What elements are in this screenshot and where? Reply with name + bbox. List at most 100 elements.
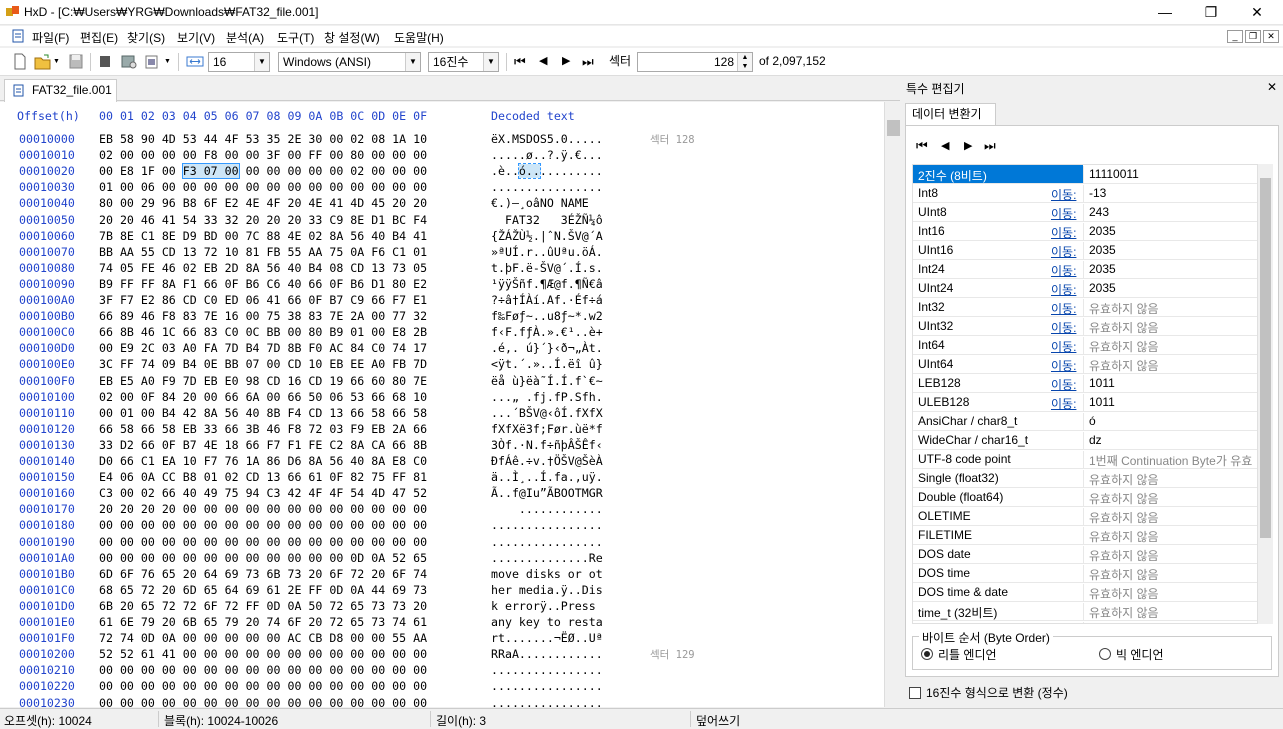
mdi-restore-button[interactable]: ❐	[1245, 30, 1261, 43]
next-sector-icon[interactable]: ▶	[562, 52, 570, 71]
goto-link[interactable]: 이동:	[1051, 205, 1076, 222]
open-ram-icon[interactable]	[144, 52, 160, 71]
inspector-value[interactable]: 243	[1083, 204, 1257, 221]
goto-link[interactable]: 이동:	[1051, 376, 1076, 393]
row-decoded-text[interactable]: <ÿt.´.»..Í.ëî û}	[491, 357, 603, 371]
row-hex-bytes[interactable]: 66 58 66 58 EB 33 66 3B 46 F8 72 03 F9 E…	[99, 422, 427, 436]
inspector-row[interactable]: Int8 이동: -13	[913, 184, 1257, 203]
inspector-value[interactable]: 유효하지 않음	[1083, 546, 1257, 563]
inspector-row[interactable]: OLETIME 유효하지 않음	[913, 507, 1257, 526]
selected-chars[interactable]: ó..	[517, 163, 541, 180]
inspector-row[interactable]: UInt16 이동: 2035	[913, 241, 1257, 260]
ram-dropdown-icon[interactable]: ▼	[164, 52, 171, 71]
goto-link[interactable]: 이동:	[1051, 300, 1076, 317]
menu-window[interactable]: 창 설정(W)	[324, 29, 380, 46]
row-hex-bytes[interactable]: 61 6E 79 20 6B 65 79 20 74 6F 20 72 65 7…	[99, 615, 427, 629]
row-decoded-text[interactable]: ëX.MSDOS5.0.....	[491, 132, 603, 146]
row-decoded-text[interactable]: t.þF.ë-ŠV@´.Í.s.	[491, 261, 603, 275]
row-decoded-text[interactable]: RRaA............	[491, 647, 603, 661]
goto-link[interactable]: 이동:	[1051, 319, 1076, 336]
mdi-close-button[interactable]: ✕	[1263, 30, 1279, 43]
row-decoded-text[interactable]: ................	[491, 518, 603, 532]
inspector-value[interactable]: 유효하지 않음	[1083, 565, 1257, 582]
row-hex-bytes[interactable]: 68 65 72 20 6D 65 64 69 61 2E FF 0D 0A 4…	[99, 583, 427, 597]
chevron-down-icon[interactable]: ▼	[254, 53, 269, 71]
menu-help[interactable]: 도움말(H)	[394, 29, 444, 46]
row-decoded-text[interactable]: rt.......¬ËØ..Uª	[491, 631, 603, 645]
inspector-value[interactable]: ǳ	[1083, 432, 1257, 449]
row-hex-bytes[interactable]: D0 66 C1 EA 10 F7 76 1A 86 D6 8A 56 40 8…	[99, 454, 427, 468]
open-folder-icon[interactable]	[34, 52, 52, 71]
row-hex-bytes[interactable]: 72 74 0D 0A 00 00 00 00 00 AC CB D8 00 0…	[99, 631, 427, 645]
inspector-value[interactable]: 1번째 Continuation Byte가 유효	[1083, 451, 1257, 468]
open-dropdown-icon[interactable]: ▼	[53, 52, 60, 71]
row-hex-bytes[interactable]: 00 00 00 00 00 00 00 00 00 00 00 00 00 0…	[99, 696, 427, 708]
new-file-icon[interactable]	[12, 52, 28, 71]
row-decoded-text[interactable]: her media.ÿ..Dis	[491, 583, 603, 597]
last-icon[interactable]: ⏭	[984, 138, 996, 154]
row-decoded-text[interactable]: FAT32 3ÉŽÑ¼ô	[491, 213, 603, 227]
goto-link[interactable]: 이동:	[1051, 224, 1076, 241]
row-hex-bytes[interactable]: 52 52 61 41 00 00 00 00 00 00 00 00 00 0…	[99, 647, 427, 661]
inspector-row[interactable]: DOS time 유효하지 않음	[913, 564, 1257, 583]
inspector-row[interactable]: DOS time & date 유효하지 않음	[913, 583, 1257, 602]
row-decoded-text[interactable]: {ŽÁŽÙ½.|ˆN.ŠV@´A	[491, 229, 603, 243]
row-decoded-text[interactable]: f‹F.fƒÀ.».€¹..è+	[491, 325, 603, 339]
inspector-value[interactable]: 유효하지 않음	[1083, 603, 1257, 620]
previous-sector-icon[interactable]: ◀	[539, 52, 547, 71]
write-disk-icon[interactable]	[98, 52, 112, 71]
next-icon[interactable]: ▶	[964, 139, 972, 152]
goto-link[interactable]: 이동:	[1051, 243, 1076, 260]
inspector-row[interactable]: Int16 이동: 2035	[913, 222, 1257, 241]
inspector-value[interactable]: 유효하지 않음	[1083, 318, 1257, 335]
row-decoded-text[interactable]: k errorÿ..Press	[491, 599, 603, 613]
chevron-down-icon[interactable]: ▼	[405, 53, 420, 71]
goto-link[interactable]: 이동:	[1051, 262, 1076, 279]
bytes-per-row-select[interactable]: 16 ▼	[208, 52, 270, 72]
row-decoded-text[interactable]: ëå ù}ëà˜Í.Í.f`€~	[491, 374, 603, 388]
inspector-row[interactable]: Int32 이동: 유효하지 않음	[913, 298, 1257, 317]
row-hex-bytes[interactable]: 66 8B 46 1C 66 83 C0 0C BB 00 80 B9 01 0…	[99, 325, 427, 339]
first-icon[interactable]: ⏮	[916, 138, 928, 154]
inspector-value[interactable]: 유효하지 않음	[1083, 337, 1257, 354]
row-hex-bytes[interactable]: 20 20 20 20 00 00 00 00 00 00 00 00 00 0…	[99, 502, 427, 516]
row-decoded-text[interactable]: »ªUÍ.r..ûUªu.öÁ.	[491, 245, 603, 259]
inspector-value[interactable]: 1011	[1083, 375, 1257, 392]
inspector-value[interactable]: ó	[1083, 413, 1257, 430]
row-hex-bytes[interactable]: 20 20 46 41 54 33 32 20 20 20 33 C9 8E D…	[99, 213, 427, 227]
row-decoded-text[interactable]: .é,. ú}´}‹ð¬„Àt.	[491, 341, 603, 355]
row-hex-bytes[interactable]: 00 01 00 B4 42 8A 56 40 8B F4 CD 13 66 5…	[99, 406, 427, 420]
inspector-row[interactable]: Double (float64) 유효하지 않음	[913, 488, 1257, 507]
inspector-row[interactable]: WideChar / char16_t ǳ	[913, 431, 1257, 450]
scrollbar-thumb[interactable]	[887, 120, 900, 136]
inspector-row[interactable]: Int24 이동: 2035	[913, 260, 1257, 279]
first-sector-icon[interactable]: ⏮	[514, 52, 526, 71]
inspector-value[interactable]: 유효하지 않음	[1083, 622, 1257, 623]
close-button[interactable]: ✕	[1234, 0, 1280, 25]
row-hex-bytes[interactable]: 6B 20 65 72 72 6F 72 FF 0D 0A 50 72 65 7…	[99, 599, 427, 613]
inspector-value[interactable]: 유효하지 않음	[1083, 470, 1257, 487]
minimize-button[interactable]: —	[1142, 0, 1188, 25]
row-hex-bytes[interactable]: 3C FF 74 09 B4 0E BB 07 00 CD 10 EB EE A…	[99, 357, 427, 371]
row-decoded-text[interactable]: €.)–¸oâNO NAME	[491, 196, 603, 210]
inspector-row[interactable]: UInt24 이동: 2035	[913, 279, 1257, 298]
previous-icon[interactable]: ◀	[941, 139, 949, 152]
editor-scrollbar[interactable]	[884, 102, 901, 707]
sector-spin-icon[interactable]: ▲ ▼	[737, 53, 752, 71]
inspector-value[interactable]: 2035	[1083, 242, 1257, 259]
inspector-row[interactable]: UTF-8 code point 1번째 Continuation Byte가 유…	[913, 450, 1257, 469]
row-decoded-text[interactable]: ...„ .fj.fP.Sfh.	[491, 390, 603, 404]
row-decoded-text[interactable]: any key to resta	[491, 615, 603, 629]
row-hex-bytes[interactable]: C3 00 02 66 40 49 75 94 C3 42 4F 4F 54 4…	[99, 486, 427, 500]
row-decoded-text[interactable]: f‰Føƒ~..u8ƒ~*.w2	[491, 309, 603, 323]
row-decoded-text[interactable]: ÐfÁê.÷v.†ÖŠV@ŠèÀ	[491, 454, 603, 468]
row-decoded-text[interactable]: ..............Re	[491, 551, 603, 565]
inspector-row[interactable]: UInt64 이동: 유효하지 않음	[913, 355, 1257, 374]
inspector-row[interactable]: ULEB128 이동: 1011	[913, 393, 1257, 412]
last-sector-icon[interactable]: ⏭	[582, 52, 594, 71]
tab-fat32-file[interactable]: FAT32_file.001	[4, 79, 117, 102]
row-decoded-text[interactable]: ................	[491, 696, 603, 708]
inspector-row[interactable]: UInt32 이동: 유효하지 않음	[913, 317, 1257, 336]
row-decoded-text[interactable]: .....ø..?.ÿ.€...	[491, 148, 603, 162]
inspector-value[interactable]: 2035	[1083, 223, 1257, 240]
